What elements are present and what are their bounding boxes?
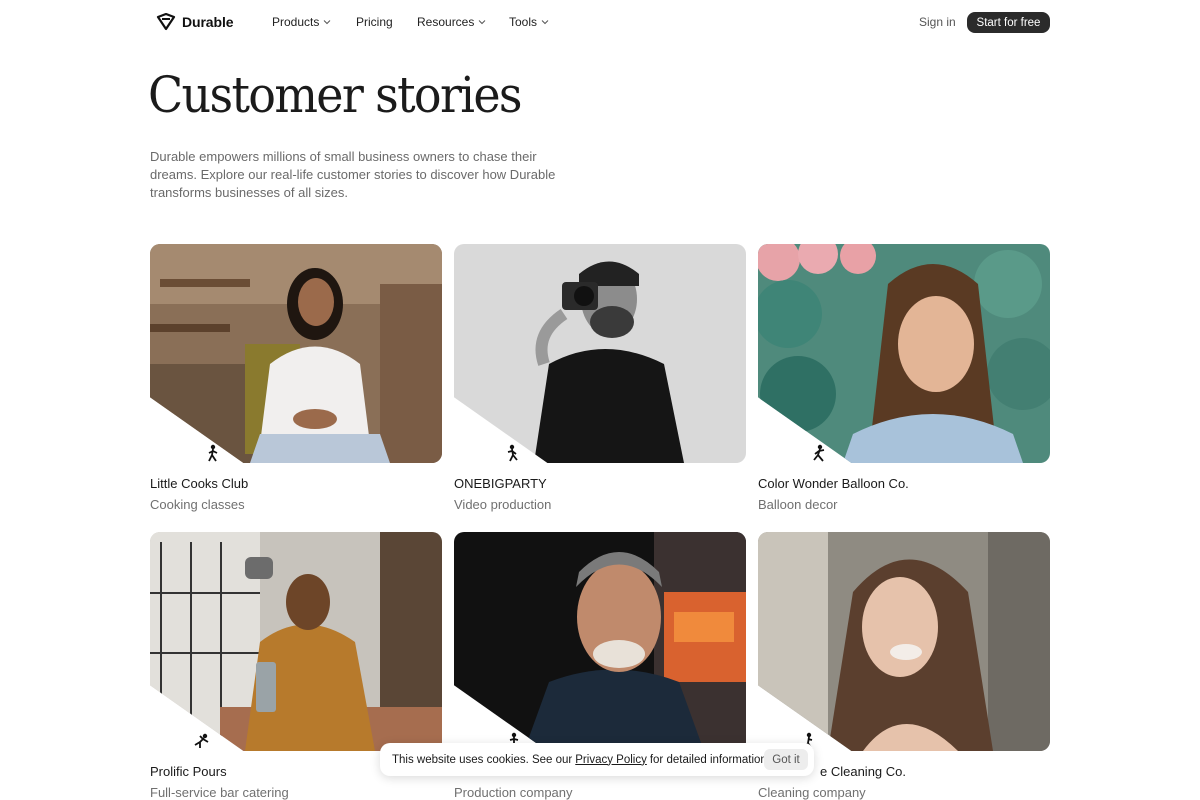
photo-man-with-camera bbox=[454, 244, 746, 463]
story-card[interactable]: Prolific Pours Full-service bar catering bbox=[150, 532, 442, 800]
page-title: Customer stories bbox=[148, 66, 523, 124]
cookie-text: This website uses cookies. See our bbox=[392, 753, 573, 766]
runner-figure-icon bbox=[813, 444, 825, 462]
brand-logo[interactable]: Durable bbox=[156, 13, 234, 31]
story-name: Color Wonder Balloon Co. bbox=[758, 476, 909, 491]
nav-pricing-label: Pricing bbox=[356, 15, 393, 29]
chevron-down-icon bbox=[541, 20, 549, 25]
runner-figure-icon bbox=[208, 444, 218, 462]
nav-tools-label: Tools bbox=[509, 15, 538, 29]
story-photo bbox=[758, 244, 1050, 463]
photo-woman-seated bbox=[150, 244, 442, 463]
story-category: Cleaning company bbox=[758, 785, 866, 800]
nav-pricing[interactable]: Pricing bbox=[356, 15, 393, 29]
nav-resources[interactable]: Resources bbox=[417, 15, 486, 29]
story-card[interactable]: e Cleaning Co. Cleaning company bbox=[758, 532, 1050, 800]
story-category: Balloon decor bbox=[758, 497, 838, 512]
story-name: ONEBIGPARTY bbox=[454, 476, 547, 491]
durable-logo-icon bbox=[156, 13, 176, 31]
page-description: Durable empowers millions of small busin… bbox=[150, 149, 556, 200]
story-photo bbox=[150, 532, 442, 751]
start-for-free-button[interactable]: Start for free bbox=[967, 12, 1050, 33]
nav-resources-label: Resources bbox=[417, 15, 475, 29]
story-category: Full-service bar catering bbox=[150, 785, 289, 800]
story-card[interactable]: Color Wonder Balloon Co. Balloon decor bbox=[758, 244, 1050, 512]
nav-tools[interactable]: Tools bbox=[509, 15, 549, 29]
sign-in-link[interactable]: Sign in bbox=[919, 15, 956, 29]
brand-name: Durable bbox=[182, 14, 234, 30]
nav-products[interactable]: Products bbox=[272, 15, 331, 29]
cookie-text-after: for detailed information. bbox=[649, 753, 771, 766]
story-photo bbox=[454, 244, 746, 463]
story-photo bbox=[454, 532, 746, 751]
nav-products-label: Products bbox=[272, 15, 320, 29]
story-card[interactable]: Production company bbox=[454, 532, 746, 800]
story-photo bbox=[150, 244, 442, 463]
got-it-button[interactable]: Got it bbox=[764, 749, 808, 770]
photo-woman-smiling bbox=[758, 532, 1050, 751]
story-category: Cooking classes bbox=[150, 497, 245, 512]
story-category: Video production bbox=[454, 497, 552, 512]
runner-figure-icon bbox=[507, 444, 518, 462]
story-name: Little Cooks Club bbox=[150, 476, 249, 491]
story-card[interactable]: Little Cooks Club Cooking classes bbox=[150, 244, 442, 512]
story-photo bbox=[758, 532, 1050, 751]
runner-figure-icon bbox=[194, 733, 209, 748]
photo-bartender bbox=[150, 532, 442, 751]
story-category: Production company bbox=[454, 785, 573, 800]
chevron-down-icon bbox=[324, 20, 331, 25]
photo-smiling-man bbox=[454, 532, 746, 751]
photo-woman-balloons bbox=[758, 244, 1050, 463]
top-nav: Durable Products Pricing Resources Tools… bbox=[0, 0, 1200, 44]
cookie-banner: This website uses cookies. See our Priva… bbox=[380, 743, 814, 776]
story-name: Prolific Pours bbox=[150, 764, 227, 779]
story-name: e Cleaning Co. bbox=[820, 764, 906, 779]
chevron-down-icon bbox=[479, 20, 486, 25]
privacy-policy-link[interactable]: Privacy Policy bbox=[575, 754, 647, 766]
story-card[interactable]: ONEBIGPARTY Video production bbox=[454, 244, 746, 512]
